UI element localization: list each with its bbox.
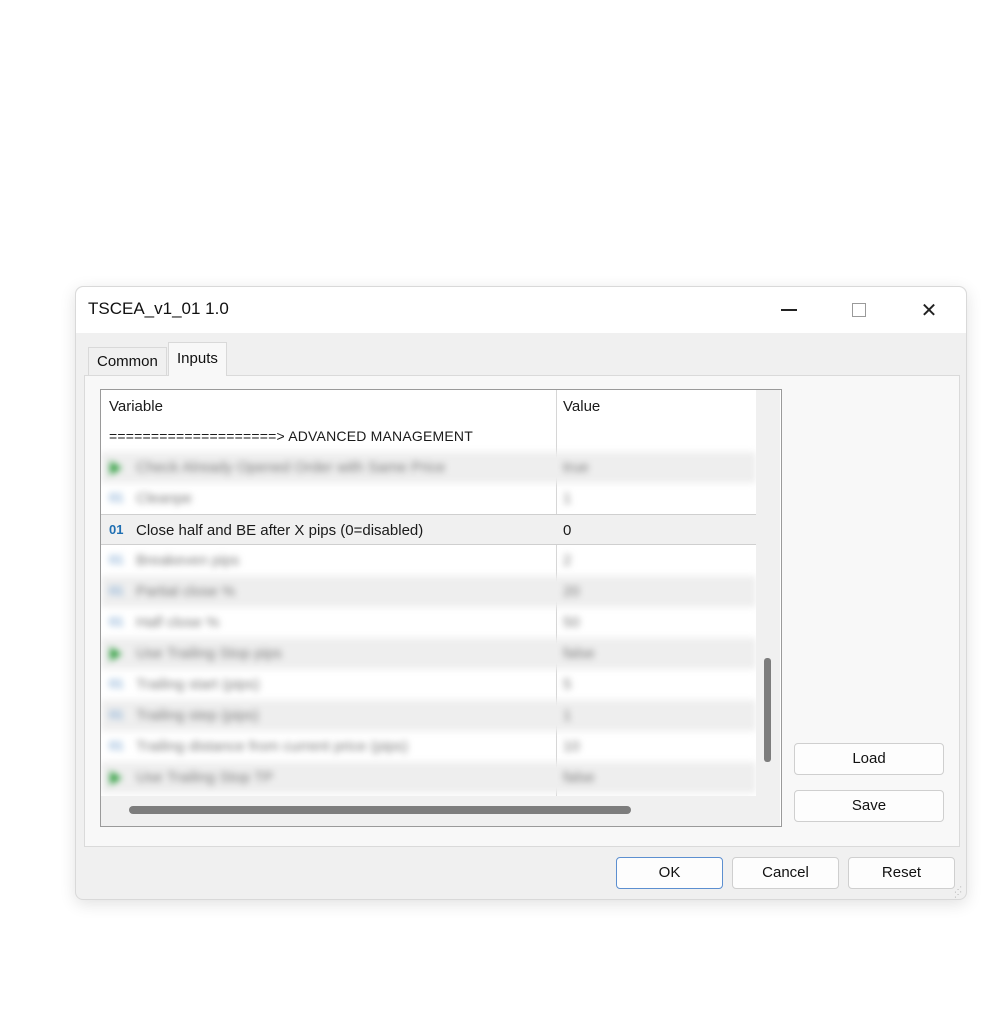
param-value[interactable]: false	[563, 645, 595, 662]
bool-param-icon	[109, 770, 127, 785]
window-title: TSCEA_v1_01 1.0	[88, 299, 229, 318]
param-name: Breakeven pips	[136, 552, 240, 569]
int-param-icon: 01	[109, 522, 124, 537]
param-value[interactable]: 20	[563, 583, 580, 600]
table-row-selected[interactable]: 01 Close half and BE after X pips (0=dis…	[101, 514, 756, 545]
close-button[interactable]: ✕	[906, 291, 952, 329]
param-value[interactable]: 2	[563, 552, 571, 569]
minimize-icon	[781, 309, 797, 311]
cancel-button[interactable]: Cancel	[732, 857, 839, 889]
param-value[interactable]: 1	[563, 490, 571, 507]
int-param-icon: 01	[109, 676, 124, 691]
param-name: Trailing distance from current price (pi…	[136, 738, 409, 755]
param-name: Close half and BE after X pips (0=disabl…	[136, 522, 424, 539]
maximize-icon	[852, 303, 866, 317]
int-param-icon: 01	[109, 738, 124, 753]
table-row[interactable]: Check Already Opened Order with Same Pri…	[101, 452, 756, 483]
table-row[interactable]: Use Trailing Stop TP false	[101, 762, 756, 793]
int-param-icon: 01	[109, 614, 124, 629]
dialog-window: TSCEA_v1_01 1.0 ✕ Common Inputs Variable…	[75, 286, 967, 900]
table-row[interactable]: 01 Cleanpe 1	[101, 483, 756, 514]
int-param-icon: 01	[109, 707, 124, 722]
save-button[interactable]: Save	[794, 790, 944, 822]
param-value[interactable]: 50	[563, 614, 580, 631]
resize-grip-icon[interactable]: ⋰ ⋰	[954, 886, 964, 899]
reset-button[interactable]: Reset	[848, 857, 955, 889]
horizontal-scrollbar[interactable]	[101, 796, 756, 826]
vertical-scrollbar[interactable]	[756, 390, 780, 796]
ok-button[interactable]: OK	[616, 857, 723, 889]
param-value[interactable]: 10	[563, 738, 580, 755]
column-header-variable[interactable]: Variable	[109, 398, 163, 415]
param-name: Cleanpe	[136, 490, 192, 507]
close-icon: ✕	[920, 299, 938, 322]
param-name: Trailing start (pips)	[136, 676, 260, 693]
param-name: Use Trailing Stop TP	[136, 769, 274, 786]
minimize-button[interactable]	[766, 291, 812, 329]
param-value[interactable]: true	[563, 459, 589, 476]
tab-common[interactable]: Common	[88, 347, 167, 375]
table-row[interactable]: 01 Trailing start (pips) 5	[101, 669, 756, 700]
param-value[interactable]: 5	[563, 676, 571, 693]
maximize-button[interactable]	[836, 291, 882, 329]
grid-rows: Check Already Opened Order with Same Pri…	[101, 452, 756, 793]
grid-header: Variable Value ====================> ADV…	[101, 390, 756, 452]
int-param-icon: 01	[109, 552, 124, 567]
table-row[interactable]: 01 Breakeven pips 2	[101, 545, 756, 576]
column-header-value[interactable]: Value	[563, 398, 600, 415]
int-param-icon: 01	[109, 490, 124, 505]
param-value[interactable]: 1	[563, 707, 571, 724]
param-value[interactable]: false	[563, 769, 595, 786]
title-bar[interactable]: TSCEA_v1_01 1.0 ✕	[76, 287, 966, 333]
param-name: Half close %	[136, 614, 220, 631]
vertical-scroll-thumb[interactable]	[764, 658, 771, 762]
param-value[interactable]: 0	[563, 522, 571, 539]
table-row[interactable]: 01 Trailing step (pips) 1	[101, 700, 756, 731]
table-row[interactable]: 01 Partial close % 20	[101, 576, 756, 607]
param-name: Use Trailing Stop pips	[136, 645, 282, 662]
param-name: Trailing step (pips)	[136, 707, 259, 724]
load-button[interactable]: Load	[794, 743, 944, 775]
table-row[interactable]: 01 Trailing distance from current price …	[101, 731, 756, 762]
param-name: Partial close %	[136, 583, 236, 600]
bool-param-icon	[109, 460, 127, 475]
param-name: Check Already Opened Order with Same Pri…	[136, 459, 446, 476]
inputs-grid[interactable]: Variable Value ====================> ADV…	[100, 389, 782, 827]
horizontal-scroll-thumb[interactable]	[129, 806, 631, 814]
int-param-icon: 01	[109, 583, 124, 598]
table-row[interactable]: 01 Half close % 50	[101, 607, 756, 638]
bool-param-icon	[109, 646, 127, 661]
table-row[interactable]: Use Trailing Stop pips false	[101, 638, 756, 669]
scrollbar-corner	[756, 796, 780, 826]
tab-inputs[interactable]: Inputs	[168, 342, 227, 376]
section-header: ====================> ADVANCED MANAGEMEN…	[109, 428, 473, 444]
